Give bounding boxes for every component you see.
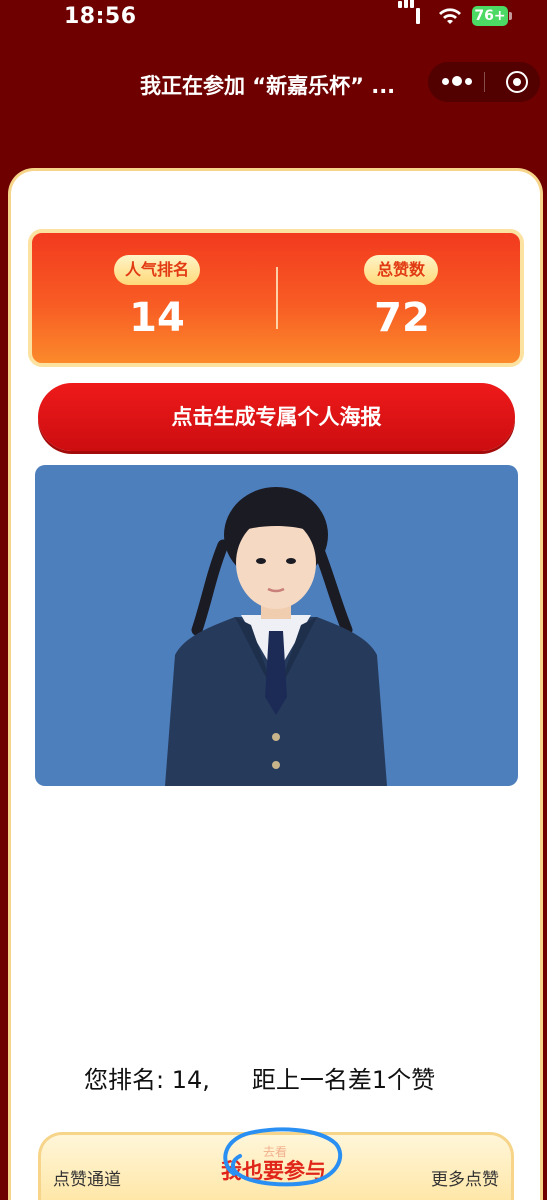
battery-indicator: 76+ — [472, 6, 512, 26]
rank-label: 人气排名 — [114, 255, 200, 285]
capsule-divider — [484, 72, 485, 92]
status-time: 18:56 — [64, 4, 137, 29]
target-close-icon[interactable] — [506, 71, 528, 93]
likes-label: 总赞数 — [364, 255, 438, 285]
page-title: 我正在参加 “新嘉乐杯” ... — [140, 74, 396, 98]
tab-like-channel[interactable]: 点赞通道 — [53, 1165, 121, 1190]
join-button-hint: 去看 — [263, 1145, 288, 1159]
join-button[interactable]: 去看 我也要参与 — [221, 1145, 326, 1185]
more-dots-icon[interactable] — [442, 76, 472, 88]
gap-text: 距上一名差1个赞 — [251, 1066, 436, 1094]
bottom-tab-bar: 点赞通道 去看 我也要参与 更多点赞 — [38, 1132, 514, 1200]
portrait-illustration — [165, 487, 387, 786]
miniprogram-capsule — [428, 62, 540, 102]
contestant-photo — [35, 465, 518, 786]
join-button-label: 我也要参与 — [221, 1159, 326, 1183]
generate-poster-button[interactable]: 点击生成专属个人海报 — [38, 383, 515, 451]
status-bar: 18:56 76+ — [0, 0, 547, 36]
likes-value: 72 — [374, 295, 430, 341]
wifi-icon — [439, 8, 461, 24]
rank-info: 您排名: 14, 距上一名差1个赞 — [84, 1060, 435, 1095]
stats-panel: 人气排名 14 总赞数 72 — [28, 229, 524, 367]
tab-more-likes[interactable]: 更多点赞 — [431, 1165, 499, 1190]
stats-divider — [276, 267, 278, 329]
rank-text: 您排名: 14, — [84, 1066, 210, 1094]
rank-value: 14 — [129, 295, 185, 341]
